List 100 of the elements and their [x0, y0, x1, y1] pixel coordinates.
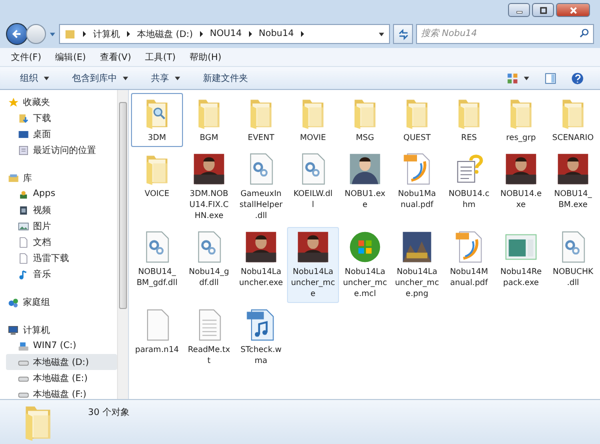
toolbar-button[interactable]: 包含到库中 — [64, 70, 137, 86]
caret-icon — [43, 74, 50, 82]
history-caret-icon[interactable] — [49, 30, 56, 38]
file-item[interactable]: NOBU14_ BM_gdf.dll — [131, 227, 183, 303]
pane-icon — [544, 72, 557, 84]
file-item[interactable]: Nobu14Re pack.exe — [495, 227, 547, 303]
file-item[interactable]: ReadMe.tx t — [183, 305, 235, 370]
file-item[interactable]: STcheck.w ma — [235, 305, 287, 370]
file-item[interactable]: Nobu14La uncher.exe — [235, 227, 287, 303]
file-item[interactable]: SCENARIO — [547, 93, 599, 147]
back-button[interactable] — [6, 23, 28, 45]
sidebar-group[interactable]: 计算机 — [6, 322, 117, 338]
breadcrumb-arrow-icon[interactable] — [200, 31, 203, 37]
file-item[interactable]: Nobu1Ma nual.pdf — [391, 149, 443, 225]
refresh-icon — [396, 28, 410, 40]
game-icon — [296, 230, 330, 264]
minimize-button[interactable] — [508, 3, 530, 17]
sidebar-item[interactable]: 迅雷下载 — [6, 250, 117, 266]
refresh-button[interactable] — [393, 24, 413, 44]
music-icon — [18, 268, 29, 280]
search-icon — [579, 28, 590, 39]
file-item[interactable]: NOBUCHK .dll — [547, 227, 599, 303]
breadcrumb-arrow-icon[interactable] — [127, 31, 130, 37]
scrollbar-thumb[interactable] — [119, 102, 127, 309]
file-item[interactable]: Nobu14M anual.pdf — [443, 227, 495, 303]
file-item[interactable]: res_grp — [495, 93, 547, 147]
file-item[interactable]: NOBU14_ BM.exe — [547, 149, 599, 225]
image-icon — [18, 220, 29, 232]
caret-icon — [174, 74, 181, 82]
scrollbar[interactable] — [117, 90, 128, 399]
video-icon — [18, 204, 29, 216]
file-item[interactable]: QUEST — [391, 93, 443, 147]
sidebar-item[interactable]: 视频 — [6, 202, 117, 218]
toolbar-button[interactable]: 组织 — [12, 70, 58, 86]
game-icon — [556, 152, 590, 186]
toolbar-button[interactable]: 共享 — [143, 70, 189, 86]
sidebar-item[interactable]: 本地磁盘 (F:) — [6, 386, 117, 399]
sidebar-item[interactable]: WIN7 (C:) — [6, 338, 117, 354]
menu-item[interactable]: 工具(T) — [145, 50, 176, 64]
computer-icon — [8, 324, 19, 336]
sysdrive-icon — [18, 340, 29, 352]
sidebar-item[interactable]: 最近访问的位置 — [6, 142, 117, 158]
sidebar-item[interactable]: 图片 — [6, 218, 117, 234]
maximize-button[interactable] — [532, 3, 554, 17]
breadcrumb[interactable]: 本地磁盘 (D:) — [137, 28, 193, 40]
file-item[interactable]: RES — [443, 93, 495, 147]
breadcrumb[interactable]: Nobu14 — [258, 29, 294, 39]
file-item[interactable]: 3DM.NOB U14.FIX.C HN.exe — [183, 149, 235, 225]
breadcrumb-arrow-icon[interactable] — [83, 31, 86, 37]
file-item[interactable]: Nobu14La uncher_mc e.mcl — [339, 227, 391, 303]
sidebar-group[interactable]: 家庭组 — [6, 294, 117, 310]
file-item[interactable]: Nobu14La uncher_mc e — [287, 227, 339, 303]
menu-item[interactable]: 编辑(E) — [55, 50, 86, 64]
apps-icon — [18, 188, 29, 200]
file-item[interactable]: KOEILW.dl l — [287, 149, 339, 225]
sidebar-item[interactable]: Apps — [6, 186, 117, 202]
sidebar-item[interactable]: 本地磁盘 (E:) — [6, 370, 117, 386]
file-item[interactable]: GameuxIn stallHelper .dll — [235, 149, 287, 225]
file-item[interactable]: MSG — [339, 93, 391, 147]
file-item[interactable]: VOICE — [131, 149, 183, 225]
toolbar-button[interactable]: 新建文件夹 — [195, 70, 256, 86]
sidebar-group[interactable]: 收藏夹 — [6, 94, 117, 110]
game-icon — [244, 230, 278, 264]
sidebar-item[interactable]: 桌面 — [6, 126, 117, 142]
doc-icon — [18, 252, 29, 264]
menu-item[interactable]: 文件(F) — [11, 50, 42, 64]
file-item[interactable]: Nobu14_g df.dll — [183, 227, 235, 303]
game-icon — [348, 152, 382, 186]
file-item[interactable]: NOBU14.e xe — [495, 149, 547, 225]
sidebar-group[interactable]: 库 — [6, 170, 117, 186]
menu-item[interactable]: 查看(V) — [100, 50, 132, 64]
view-icon — [506, 72, 519, 84]
breadcrumb[interactable]: 计算机 — [93, 28, 120, 40]
file-item[interactable]: 3DM — [131, 93, 183, 147]
file-item[interactable]: NOBU14.c hm — [443, 149, 495, 225]
breadcrumb-arrow-icon[interactable] — [300, 31, 304, 37]
sidebar-item[interactable]: 本地磁盘 (D:) — [6, 354, 117, 370]
search-field[interactable]: 搜索 Nobu14 — [416, 24, 594, 44]
address-bar[interactable]: 计算机 本地磁盘 (D:) NOU14 Nobu14 — [59, 24, 390, 44]
maximize-icon — [538, 6, 548, 14]
file-item[interactable]: param.n14 — [131, 305, 183, 370]
caret-icon — [122, 74, 129, 82]
sidebar-item[interactable]: 下载 — [6, 110, 117, 126]
star-icon — [8, 96, 19, 108]
close-button[interactable] — [556, 3, 590, 17]
dropdown-caret-icon[interactable] — [378, 30, 385, 38]
file-item[interactable]: BGM — [183, 93, 235, 147]
menu-item[interactable]: 帮助(H) — [190, 50, 222, 64]
breadcrumb-arrow-icon[interactable] — [248, 31, 252, 37]
file-item[interactable]: EVENT — [235, 93, 287, 147]
file-item[interactable]: Nobu14La uncher_mc e.png — [391, 227, 443, 303]
breadcrumb[interactable]: NOU14 — [210, 29, 242, 39]
item-count: 30 个对象 — [88, 406, 130, 419]
sidebar-item[interactable]: 音乐 — [6, 266, 117, 282]
folder-icon — [64, 28, 76, 40]
homegroup-icon — [8, 296, 19, 308]
game-icon — [504, 152, 538, 186]
sidebar-item[interactable]: 文档 — [6, 234, 117, 250]
file-item[interactable]: MOVIE — [287, 93, 339, 147]
file-item[interactable]: NOBU1.ex e — [339, 149, 391, 225]
